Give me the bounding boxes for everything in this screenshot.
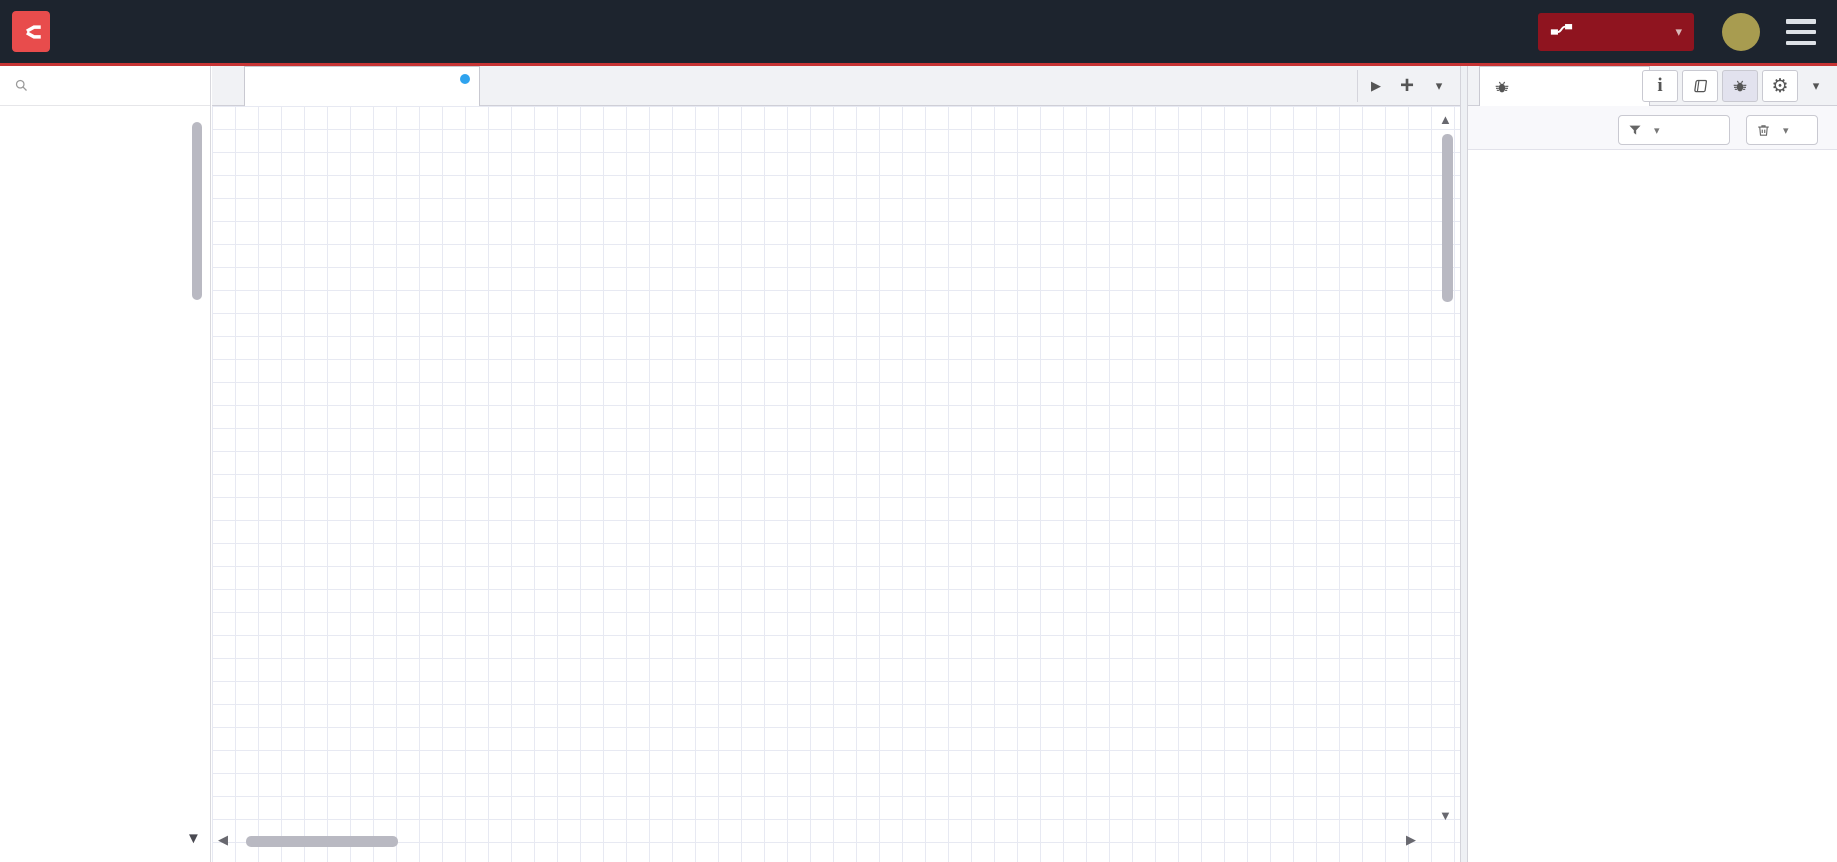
user-avatar[interactable] xyxy=(1722,13,1760,51)
canvas-vscroll-thumb[interactable] xyxy=(1442,134,1453,302)
book-icon xyxy=(1693,79,1707,92)
canvas-scroll-down-icon[interactable]: ▼ xyxy=(1439,808,1452,823)
debug-messages-panel xyxy=(1468,150,1837,862)
add-flow-button[interactable]: + xyxy=(1392,66,1422,106)
palette-scroll-down-icon[interactable]: ▼ xyxy=(186,830,201,847)
deploy-icon xyxy=(1550,24,1573,35)
tab-debug[interactable] xyxy=(1479,66,1650,106)
tab-flow-1[interactable] xyxy=(244,66,480,106)
debug-filter-button[interactable]: ▾ xyxy=(1618,115,1730,145)
info-icon: i xyxy=(1657,75,1663,96)
sidebar-dropdown-button[interactable]: ▾ xyxy=(1804,66,1828,106)
sidebar-splitter[interactable] xyxy=(1460,66,1468,862)
palette-sidebar: ▼ xyxy=(0,66,211,862)
canvas-scroll-up-icon[interactable]: ▲ xyxy=(1439,112,1452,127)
header-bar: ▾ xyxy=(0,0,1837,63)
next-tab-button[interactable]: ▶ xyxy=(1362,66,1390,106)
hamburger-menu-button[interactable] xyxy=(1786,19,1816,45)
config-tab-button[interactable]: ⚙ xyxy=(1762,70,1798,102)
help-tab-button[interactable] xyxy=(1682,70,1718,102)
canvas-hscroll-thumb[interactable] xyxy=(246,836,398,847)
funnel-icon xyxy=(1629,125,1641,135)
workspace: ▶ + ▾ ▲ ▼ ◀ ▶ xyxy=(212,66,1460,862)
info-tab-button[interactable]: i xyxy=(1642,70,1678,102)
deploy-caret-icon[interactable]: ▾ xyxy=(1675,24,1682,40)
canvas-scroll-right-icon[interactable]: ▶ xyxy=(1406,832,1416,848)
flow-canvas[interactable]: ▲ ▼ ◀ ▶ xyxy=(212,106,1460,862)
trash-icon xyxy=(1758,124,1769,136)
debug-toolbar: ▾ ▾ xyxy=(1468,106,1837,150)
search-icon xyxy=(15,79,27,91)
palette-scrollbar-thumb[interactable] xyxy=(192,122,202,300)
debug-tab-button[interactable] xyxy=(1722,70,1758,102)
flow-tab-bar: ▶ + ▾ xyxy=(212,66,1460,106)
node-red-logo-icon xyxy=(12,11,50,52)
right-sidebar: i ⚙ ▾ ▾ ▾ xyxy=(1468,66,1837,862)
deploy-button[interactable]: ▾ xyxy=(1538,13,1694,51)
bug-icon xyxy=(1733,80,1747,92)
tabbar-divider xyxy=(1357,70,1358,102)
canvas-scroll-left-icon[interactable]: ◀ xyxy=(218,832,228,848)
node-red-editor: ▾ ▼ ▶ + ▾ ▲ ▼ ◀ ▶ i ⚙ ▾ ▾ ▾ xyxy=(0,0,1837,862)
palette-filter-input[interactable] xyxy=(0,66,210,106)
debug-clear-button[interactable]: ▾ xyxy=(1746,115,1818,145)
gear-icon: ⚙ xyxy=(1771,75,1789,97)
unsaved-changes-dot xyxy=(460,74,470,84)
sidebar-header: i ⚙ ▾ xyxy=(1468,66,1837,106)
bug-icon xyxy=(1495,81,1509,92)
flow-list-dropdown-button[interactable]: ▾ xyxy=(1426,66,1452,106)
